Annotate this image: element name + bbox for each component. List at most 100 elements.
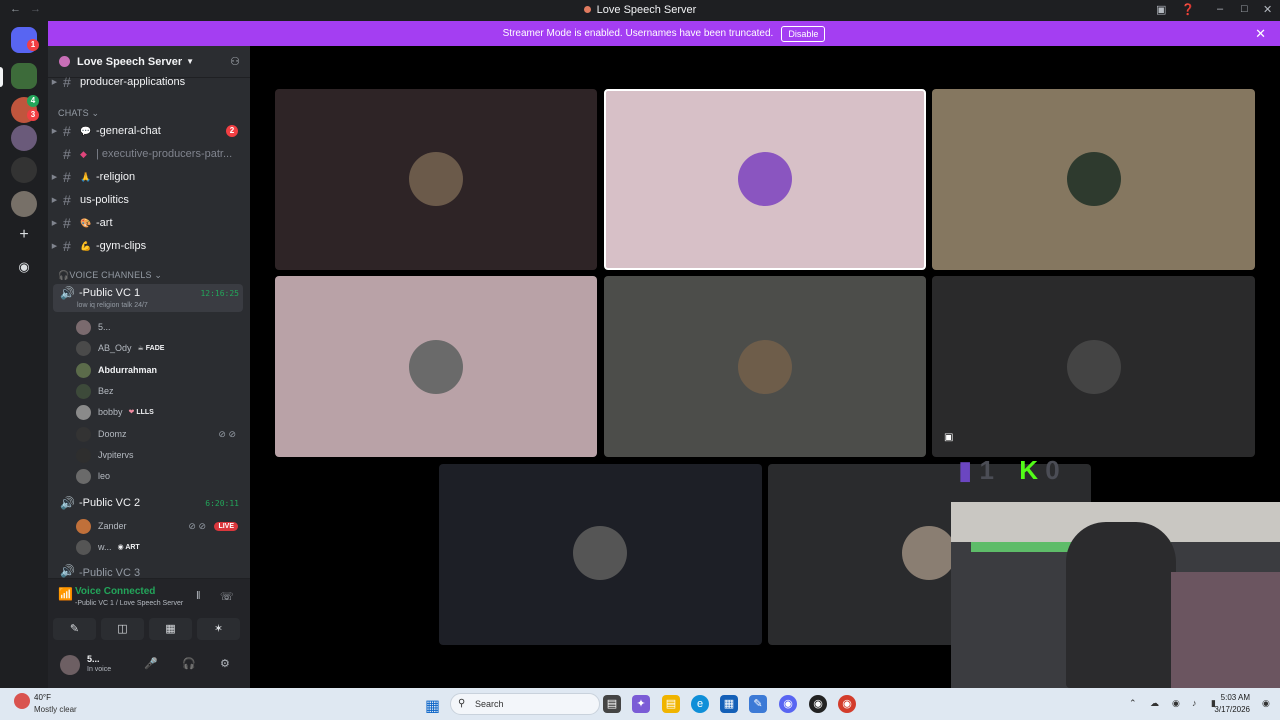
avatar [76, 426, 91, 442]
channel-us-politics[interactable]: ▶ # us-politics [48, 190, 250, 210]
windows-start-icon[interactable]: ▦ [425, 696, 440, 716]
voice-member[interactable]: Doomz ⊘ ⊘ [76, 424, 246, 444]
voice-channel-status: low iq religion talk 24/7 [77, 302, 148, 309]
settings-gear-icon[interactable]: ⚙ [220, 657, 230, 670]
voice-channel-public-vc-3[interactable]: 🔊 -Public VC 3 [53, 564, 243, 578]
voice-member[interactable]: Zander ⊘ ⊘ LIVE [76, 516, 246, 536]
member-tag: ◉ ART [117, 544, 140, 551]
collapse-arrow-icon: ▶ [51, 79, 58, 86]
server-2-mention-badge: 3 [27, 109, 39, 121]
notification-bell-icon[interactable]: ◉ [1262, 698, 1270, 709]
minimize-icon[interactable]: – [1217, 3, 1223, 15]
add-server-icon[interactable]: + [11, 222, 37, 248]
disconnect-icon[interactable]: ☏ [220, 590, 234, 603]
invite-people-icon[interactable]: ⚇ [230, 55, 240, 68]
palette-icon: 🎨 [80, 217, 92, 228]
selected-server-pill [0, 67, 3, 87]
video-tile[interactable] [932, 276, 1255, 457]
server-icon-5[interactable] [11, 191, 37, 217]
share-screen-button[interactable]: ◫ [101, 618, 144, 640]
weather-condition[interactable]: Mostly clear [34, 705, 77, 714]
video-tile[interactable] [932, 89, 1255, 270]
video-tile-speaking[interactable] [604, 89, 926, 270]
voice-channel-timer: 12:16:25 [200, 289, 239, 298]
gaming-chair [1066, 522, 1176, 688]
server-icon-3[interactable] [11, 125, 37, 151]
channel-gym-clips[interactable]: ▶ # 💪 -gym-clips [48, 236, 250, 256]
user-avatar[interactable] [60, 655, 80, 675]
headphones-icon[interactable]: 🎧 [182, 657, 196, 670]
task-view-icon[interactable]: ▤ [603, 695, 621, 713]
voice-member[interactable]: Abdurrahman [76, 360, 246, 380]
video-tile[interactable] [275, 276, 597, 457]
signal-icon[interactable]: 📶 [58, 587, 73, 601]
user-name[interactable]: 5... [87, 654, 100, 664]
maximize-icon[interactable]: □ [1241, 3, 1248, 15]
search-icon: ⚲ [458, 698, 466, 709]
video-tile[interactable] [275, 89, 597, 270]
voice-member[interactable]: Jvpitervs [76, 445, 246, 465]
close-window-icon[interactable]: ✕ [1263, 3, 1272, 16]
member-name: leo [98, 471, 111, 481]
focus-video-icon[interactable]: ▣ [944, 432, 958, 446]
channel-general-chat[interactable]: ▶ # 💬 -general-chat 2 [48, 121, 250, 141]
voice-member[interactable]: bobby ❤ LLLS [76, 402, 246, 422]
clock-time[interactable]: 5:03 AM [1221, 693, 1250, 702]
member-tag-text: LLLS [136, 409, 154, 416]
app-icon[interactable]: ✎ [749, 695, 767, 713]
voice-member[interactable]: Bez [76, 381, 246, 401]
weather-temp[interactable]: 40°F [34, 693, 51, 702]
server-icon-love-speech[interactable] [11, 63, 37, 89]
channel-producer-applications[interactable]: ▶ # producer-applications [48, 72, 250, 92]
voice-member[interactable]: 5... [76, 317, 246, 337]
taskbar-search[interactable]: ⚲ Search [450, 693, 600, 715]
voice-connected-title[interactable]: Voice Connected [75, 586, 155, 597]
member-name: Bez [98, 386, 114, 396]
disable-streamer-mode-button[interactable]: Disable [781, 25, 826, 42]
close-banner-icon[interactable]: ✕ [1255, 26, 1266, 42]
voice-member[interactable]: leo [76, 466, 246, 486]
voice-member[interactable]: AB_Ody ☕ FADE [76, 338, 246, 358]
clock-date[interactable]: 3/17/2026 [1214, 705, 1250, 714]
video-tile[interactable] [604, 276, 926, 457]
wifi-icon[interactable]: ◉ [1172, 698, 1180, 709]
voice-member[interactable]: w... ◉ ART [76, 537, 246, 557]
channel-executive-producers[interactable]: # ◆ | executive-producers-patr... [48, 144, 250, 164]
noise-suppression-icon[interactable]: ‖ [196, 590, 201, 602]
tray-chevron-icon[interactable]: ⌃ [1129, 698, 1137, 709]
weather-icon[interactable] [14, 693, 30, 709]
voice-connected-panel: 📶 Voice Connected -Public VC 1 / Love Sp… [48, 578, 250, 646]
channel-art[interactable]: ▶ # 🎨 -art [48, 213, 250, 233]
camera-off-button[interactable]: ✎ [53, 618, 96, 640]
server-dot-icon [583, 6, 591, 13]
server-icon-4[interactable] [11, 157, 37, 183]
edge-icon[interactable]: e [691, 695, 709, 713]
discover-icon[interactable]: ◉ [11, 254, 37, 280]
activities-button[interactable]: ▦ [149, 618, 192, 640]
diamond-icon: ◆ [80, 148, 87, 159]
category-voice-channels[interactable]: 🎧VOICE CHANNELS ⌄ [58, 270, 162, 281]
participant-avatar [573, 526, 627, 580]
voice-channel-public-vc-1[interactable]: 🔊 -Public VC 1 low iq religion talk 24/7… [53, 284, 243, 312]
microphone-icon[interactable]: 🎤 [144, 657, 158, 670]
category-chats[interactable]: CHATS ⌄ [58, 108, 99, 119]
channel-religion[interactable]: ▶ # 🙏 -religion [48, 167, 250, 187]
streamer-mode-message: Streamer Mode is enabled. Usernames have… [502, 28, 774, 39]
copilot-icon[interactable]: ✦ [632, 695, 650, 713]
category-label: VOICE CHANNELS [69, 270, 152, 280]
soundboard-button[interactable]: ✶ [197, 618, 240, 640]
obs-icon[interactable]: ◉ [809, 695, 827, 713]
streamer-mode-banner: Streamer Mode is enabled. Usernames have… [48, 21, 1280, 46]
server-2-badge: 4 [27, 95, 39, 107]
inbox-icon[interactable]: ▣ [1156, 3, 1166, 16]
channel-name: -gym-clips [96, 240, 147, 252]
chrome-icon[interactable]: ◉ [838, 695, 856, 713]
avatar [76, 383, 91, 399]
help-icon[interactable]: ❓ [1181, 3, 1195, 16]
discord-taskbar-icon[interactable]: ◉ [779, 695, 797, 713]
tray-app-icon[interactable]: ☁ [1150, 698, 1159, 709]
store-icon[interactable]: ▦ [720, 695, 738, 713]
volume-icon[interactable]: ♪ [1192, 698, 1197, 708]
video-tile[interactable] [439, 464, 762, 645]
file-explorer-icon[interactable]: ▤ [662, 695, 680, 713]
